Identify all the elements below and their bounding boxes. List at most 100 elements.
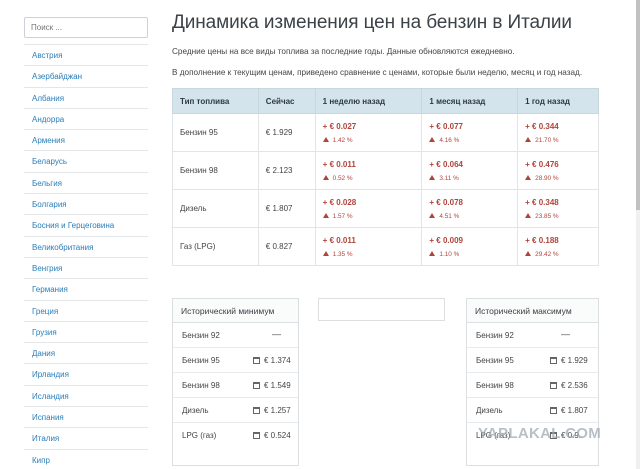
up-arrow-icon — [525, 250, 532, 256]
month-change-cell: + € 0.009 1.10 % — [421, 227, 519, 266]
sidebar-item-armenia[interactable]: Армения — [24, 130, 148, 152]
sidebar-item-georgia[interactable]: Грузия — [24, 322, 148, 344]
price-value: — — [272, 329, 281, 339]
calendar-icon[interactable] — [550, 382, 557, 389]
week-change-cell: + € 0.028 1.57 % — [314, 189, 423, 228]
sidebar-item-bulgaria[interactable]: Болгария — [24, 194, 148, 216]
up-arrow-icon — [322, 212, 329, 218]
month-change: + € 0.077 — [429, 121, 463, 131]
week-change: + € 0.011 — [322, 159, 356, 169]
sidebar-item-uk[interactable]: Великобритания — [24, 237, 148, 258]
week-change-cell: + € 0.011 1.35 % — [314, 227, 423, 266]
table-row: Бензин 98 € 2.123 + € 0.011 0.52 % + € 0.… — [172, 151, 599, 190]
list-item: Бензин 98 € 2.536 — [467, 373, 598, 398]
list-item: Бензин 95 € 1.929 — [467, 348, 598, 373]
week-percent-row: 0.52 % — [322, 174, 415, 182]
sidebar-item-andorra[interactable]: Андорра — [24, 109, 148, 131]
current-price: € 1.929 — [257, 113, 316, 152]
sidebar-item-azerbaijan[interactable]: Азербайджан — [24, 66, 148, 88]
price-value: — — [561, 329, 570, 339]
calendar-icon[interactable] — [253, 432, 260, 439]
month-percent-row: 3.11 % — [429, 174, 510, 182]
year-change: + € 0.344 — [525, 121, 559, 131]
scrollbar-track[interactable] — [636, 0, 640, 469]
sidebar-item-germany[interactable]: Германия — [24, 279, 148, 301]
up-arrow-icon — [525, 174, 532, 180]
sidebar-item-denmark[interactable]: Дания — [24, 343, 148, 365]
week-change: + € 0.027 — [322, 121, 357, 131]
main-content: Динамика изменения цен на бензин в Итали… — [172, 12, 602, 77]
year-change: + € 0.348 — [525, 197, 559, 207]
current-price: € 1.807 — [257, 189, 316, 228]
year-percent: 21.70 % — [535, 136, 559, 144]
calendar-icon[interactable] — [253, 357, 260, 364]
price-table: Тип топлива Сейчас 1 неделю назад 1 меся… — [172, 88, 599, 266]
sidebar-item-austria[interactable]: Австрия — [24, 45, 148, 67]
month-percent-row: 1.10 % — [429, 250, 510, 258]
fuel-label: Бензин 98 — [476, 381, 514, 390]
price-value-wrap: € 0.524 — [253, 431, 291, 440]
historical-min-panel: Исторический минимум Бензин 92 — Бензин … — [172, 298, 299, 466]
week-percent: 1.35 % — [332, 250, 353, 258]
col-now: Сейчас — [257, 88, 316, 114]
sidebar-item-bosnia[interactable]: Босния и Герцеговина — [24, 215, 148, 237]
calendar-icon[interactable] — [253, 382, 260, 389]
list-item: Дизель € 1.807 — [467, 398, 598, 423]
year-percent-row: 29.42 % — [525, 250, 591, 258]
col-year-ago: 1 год назад — [517, 88, 599, 114]
month-percent-row: 4.51 % — [429, 212, 510, 220]
month-change: + € 0.009 — [429, 235, 463, 245]
search-input[interactable] — [24, 17, 148, 38]
table-row: Дизель € 1.807 + € 0.028 1.57 % + € 0.078… — [172, 189, 599, 228]
sidebar-item-cyprus[interactable]: Кипр — [24, 450, 148, 469]
sidebar-item-greece[interactable]: Греция — [24, 301, 148, 322]
sidebar-item-hungary[interactable]: Венгрия — [24, 258, 148, 280]
fuel-name: Дизель — [172, 189, 259, 228]
sidebar-item-iceland[interactable]: Исландия — [24, 386, 148, 408]
list-item: Бензин 92 — — [173, 323, 298, 348]
table-header-row: Тип топлива Сейчас 1 неделю назад 1 меся… — [172, 88, 599, 114]
col-month-ago: 1 месяц назад — [421, 88, 519, 114]
fuel-label: Бензин 95 — [182, 356, 220, 365]
up-arrow-icon — [525, 136, 532, 142]
year-change: + € 0.188 — [525, 235, 559, 245]
sidebar-item-belarus[interactable]: Беларусь — [24, 151, 148, 173]
month-percent: 3.11 % — [439, 174, 459, 182]
sidebar-item-albania[interactable]: Албания — [24, 88, 148, 109]
week-percent: 1.57 % — [332, 212, 353, 220]
month-percent-row: 4.16 % — [429, 136, 510, 144]
year-change: + € 0.476 — [525, 159, 559, 169]
price-value: € 1.257 — [264, 406, 291, 415]
price-value-wrap: € 2.536 — [550, 381, 588, 390]
fuel-label: Бензин 98 — [182, 381, 220, 390]
sidebar: Австрия Азербайджан Албания Андорра Арме… — [24, 17, 148, 469]
sidebar-item-spain[interactable]: Испания — [24, 407, 148, 429]
sidebar-item-belgium[interactable]: Бельгия — [24, 173, 148, 195]
price-value: € 1.374 — [264, 356, 291, 365]
fuel-label: Бензин 92 — [182, 331, 220, 340]
sidebar-item-ireland[interactable]: Ирландия — [24, 364, 148, 386]
fuel-name: Газ (LPG) — [172, 227, 259, 266]
week-change-cell: + € 0.027 1.42 % — [314, 113, 423, 152]
calendar-icon[interactable] — [253, 407, 260, 414]
price-value-wrap: € 1.929 — [550, 356, 588, 365]
scrollbar-thumb[interactable] — [636, 0, 640, 210]
fuel-name: Бензин 98 — [172, 151, 259, 190]
page-title: Динамика изменения цен на бензин в Итали… — [172, 12, 572, 33]
month-change: + € 0.064 — [429, 159, 463, 169]
up-arrow-icon — [322, 174, 329, 180]
year-percent: 29.42 % — [535, 250, 559, 258]
calendar-icon[interactable] — [550, 357, 557, 364]
price-value: € 1.807 — [561, 406, 588, 415]
month-change-cell: + € 0.077 4.16 % — [421, 113, 519, 152]
year-percent: 23.85 % — [535, 212, 559, 220]
year-change-cell: + € 0.476 28.90 % — [517, 151, 599, 190]
up-arrow-icon — [322, 250, 329, 256]
year-change-cell: + € 0.188 29.42 % — [517, 227, 599, 266]
col-fuel-type: Тип топлива — [172, 88, 259, 114]
current-price: € 2.123 — [257, 151, 316, 190]
up-arrow-icon — [322, 136, 329, 142]
current-price: € 0.827 — [257, 227, 316, 266]
calendar-icon[interactable] — [550, 407, 557, 414]
sidebar-item-italy[interactable]: Италия — [24, 428, 148, 450]
